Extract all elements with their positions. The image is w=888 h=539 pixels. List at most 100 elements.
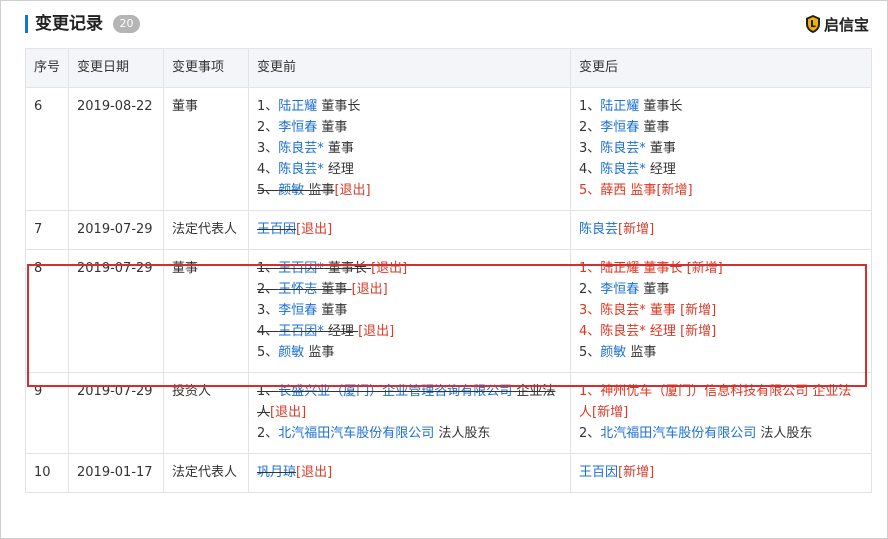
entry-index: 5、 [257,345,279,360]
change-entry: 1、神州优车（厦门）信息科技有限公司 企业法人[新增] [579,381,863,423]
change-entry: 2、李恒春 董事 [579,117,863,138]
change-entry: 1、长盛兴业（厦门）企业管理咨询有限公司 企业法人[退出] [257,381,562,423]
entry-index: 2、 [257,120,279,135]
entry-role: 董事 [645,141,676,156]
person-link[interactable]: 北汽福田汽车股份有限公司 [600,426,756,441]
change-entry: 2、北汽福田汽车股份有限公司 法人股东 [579,423,863,444]
column-header-date: 变更日期 [68,48,164,88]
cell-date: 2019-07-29 [68,210,164,250]
table-row: 9 2019-07-29 投资人 1、长盛兴业（厦门）企业管理咨询有限公司 企业法人[… [25,372,872,454]
person-link[interactable]: 李恒春 [278,120,317,135]
entry-index: 1、 [257,384,279,399]
person-link[interactable]: 陈良芸* [278,141,324,156]
cell-after: 陈良芸[新增] [570,210,872,250]
cell-item: 董事 [163,87,249,211]
removed-tag: [退出] [334,183,371,198]
change-entry: 3、陈良芸* 董事 [579,138,863,159]
entry-role: 监事 [304,183,335,198]
change-entry: 陈良芸[新增] [579,219,863,240]
person-link[interactable]: 颜敏 [278,183,304,198]
cell-no: 8 [25,249,69,373]
cell-item: 董事 [163,249,249,373]
cell-no: 6 [25,87,69,211]
entry-role: 监事 [626,345,657,360]
person-link[interactable]: 王百因* [278,324,324,339]
removed-tag: [退出] [358,324,395,339]
removed-entry: 巩月琼 [257,465,296,480]
brand-logo: 启信宝 [805,13,869,35]
added-tag: [新增] [680,324,717,339]
change-log-table: 序号 变更日期 变更事项 变更前 变更后 6 2019-08-22 董事 1、陆正耀 … [25,48,872,493]
person-link[interactable]: 颜敏 [600,345,626,360]
person-link[interactable]: 陈良芸* [600,162,646,177]
table-row: 7 2019-07-29 法定代表人 王百因[退出] 陈良芸[新增] [25,210,872,250]
cell-no: 10 [25,453,69,493]
column-header-before: 变更前 [248,48,571,88]
table-row: 6 2019-08-22 董事 1、陆正耀 董事长 2、李恒春 董事 3、陈良芸* 董事 4… [25,87,872,211]
cell-after: 1、陆正耀 董事长 [新增] 2、李恒春 董事 3、陈良芸* 董事 [新增] 4、陈良… [570,249,872,373]
person-link[interactable]: 薛西 [600,183,626,198]
column-header-item: 变更事项 [163,48,249,88]
entry-role: 经理 [323,324,359,339]
entry-role: 董事 [317,282,352,297]
cell-no: 7 [25,210,69,250]
entry-index: 1、 [579,261,601,276]
person-link[interactable]: 陆正耀 [278,99,317,114]
person-link[interactable]: 陈良芸* [600,324,646,339]
added-tag: [新增] [656,183,693,198]
person-link[interactable]: 李恒春 [278,303,317,318]
cell-no: 9 [25,372,69,454]
person-link[interactable]: 王怀志 [278,282,317,297]
person-link[interactable]: 王百因* [278,261,324,276]
change-entry: 5、薛西 监事[新增] [579,180,863,201]
person-link[interactable]: 李恒春 [600,120,639,135]
change-entry: 1、陆正耀 董事长 [257,96,562,117]
person-link[interactable]: 陈良芸* [600,141,646,156]
removed-tag: [退出] [351,282,388,297]
person-link[interactable]: 陈良芸* [278,162,324,177]
entry-index: 4、 [579,324,601,339]
entry-role: 董事 [645,303,681,318]
person-link[interactable]: 颜敏 [278,345,304,360]
person-link[interactable]: 陆正耀 [600,261,639,276]
person-link[interactable]: 王百因 [257,222,296,237]
entry-index: 1、 [579,99,601,114]
cell-item: 法定代表人 [163,210,249,250]
change-entry: 3、陈良芸* 董事 [新增] [579,300,863,321]
removed-entry: 1、王百因* 董事长 [257,261,371,276]
person-link[interactable]: 陆正耀 [600,99,639,114]
change-entry: 巩月琼[退出] [257,462,562,483]
cell-item: 投资人 [163,372,249,454]
cell-before: 1、陆正耀 董事长 2、李恒春 董事 3、陈良芸* 董事 4、陈良芸* 经理 5、颜敏 … [248,87,571,211]
entry-index: 5、 [579,183,601,198]
person-link[interactable]: 王百因 [579,465,618,480]
change-entry: 1、陆正耀 董事长 [579,96,863,117]
entry-role: 董事 [639,120,670,135]
change-entry: 5、颜敏 监事[退出] [257,180,562,201]
person-link[interactable]: 长盛兴业（厦门）企业管理咨询有限公司 [278,384,512,399]
removed-entry: 王百因 [257,222,296,237]
change-log-panel: 变更记录 20 启信宝 序号 变更日期 变更事项 变更前 变更后 6 2019-0… [0,0,888,539]
person-link[interactable]: 北汽福田汽车股份有限公司 [278,426,434,441]
table-row: 10 2019-01-17 法定代表人 巩月琼[退出] 王百因[新增] [25,453,872,493]
person-link[interactable]: 神州优车（厦门）信息科技有限公司 [600,384,808,399]
header-accent-bar [25,15,28,33]
entry-index: 2、 [579,282,601,297]
entry-role: 经理 [323,162,354,177]
entry-index: 2、 [257,426,279,441]
removed-tag: [退出] [371,261,408,276]
removed-entry: 4、王百因* 经理 [257,324,358,339]
removed-tag: [退出] [270,405,307,420]
cell-before: 巩月琼[退出] [248,453,571,493]
person-link[interactable]: 巩月琼 [257,465,296,480]
person-link[interactable]: 陈良芸* [600,303,646,318]
person-link[interactable]: 陈良芸 [579,222,618,237]
column-header-no: 序号 [25,48,69,88]
person-link[interactable]: 李恒春 [600,282,639,297]
added-tag: [新增] [618,465,655,480]
entry-role: 董事 [323,141,354,156]
cell-date: 2019-08-22 [68,87,164,211]
entry-index: 5、 [257,183,279,198]
cell-item: 法定代表人 [163,453,249,493]
cell-date: 2019-01-17 [68,453,164,493]
